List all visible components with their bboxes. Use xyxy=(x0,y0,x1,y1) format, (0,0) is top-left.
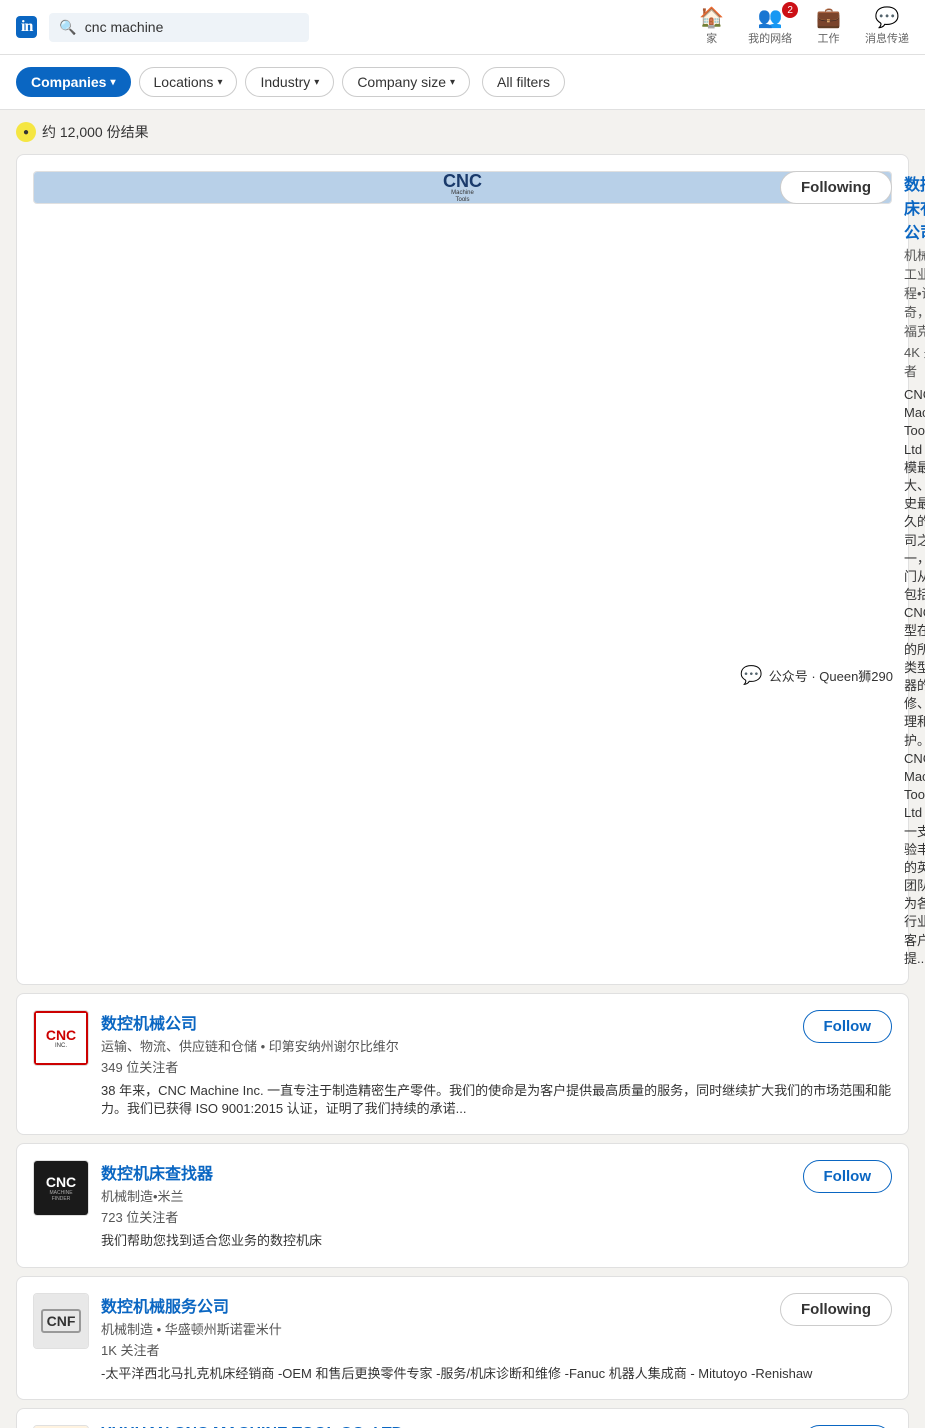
follow-button-5[interactable]: Follow xyxy=(803,1425,893,1428)
company-info-4: 数控机械服务公司 机械制造 • 华盛顿州斯诺霍米什 1K 关注者 -太平洋西北马… xyxy=(101,1293,892,1383)
results-count: ● 约 12,000 份结果 xyxy=(16,122,909,142)
nav-jobs[interactable]: 💼 工作 xyxy=(816,8,841,46)
logo-cnc-1-inner: CNC MachineTools xyxy=(34,172,891,203)
all-filters-label: All filters xyxy=(497,74,550,90)
logo-cnc-3-text: CNC xyxy=(46,1174,76,1190)
company-info-1: 数控机床有限公司 机械或工业工程•诺威奇，诺福克 4K 关注者 CNC Mach… xyxy=(904,171,925,968)
logo-cnc-4-text: CNF xyxy=(41,1309,82,1333)
company-meta-1: 机械或工业工程•诺威奇，诺福克 xyxy=(904,245,925,340)
company-followers-4: 1K 关注者 xyxy=(101,1340,892,1359)
logo-cnc-1-sub: MachineTools xyxy=(451,190,474,203)
nav-messages[interactable]: 💬 消息传递 xyxy=(865,8,909,46)
nav-home[interactable]: 🏠 家 xyxy=(699,8,724,46)
industry-filter[interactable]: Industry ▾ xyxy=(245,67,334,97)
company-card-1: CNC MachineTools 数控机床有限公司 机械或工业工程•诺威奇，诺福… xyxy=(16,154,909,985)
nav-network-label: 我的网络 xyxy=(748,30,792,46)
linkedin-logo: in xyxy=(16,16,37,38)
company-meta-3: 机械制造•米兰 xyxy=(101,1186,892,1205)
all-filters-button[interactable]: All filters xyxy=(482,67,565,97)
company-desc-3: 我们帮助您找到适合您业务的数控机床 xyxy=(101,1232,892,1250)
company-size-filter-label: Company size xyxy=(357,74,446,90)
company-name-2[interactable]: 数控机械公司 xyxy=(101,1010,892,1034)
network-badge: 2 xyxy=(782,2,798,18)
company-logo-1: CNC MachineTools xyxy=(33,171,892,204)
nav-messages-label: 消息传递 xyxy=(865,30,909,46)
company-card-2: CNC INC. 数控机械公司 运输、物流、供应链和仓储 • 印第安纳州谢尔比维… xyxy=(16,993,909,1135)
company-desc-1: CNC Machine Tools Ltd 是规模最大、历史最悠久的公司之一，专… xyxy=(904,386,925,968)
logo-cnc-1-text: CNC xyxy=(443,172,482,190)
company-card-5: YUHUANCNC YUHUAN CNC MACHINE TOOL CO.,LT… xyxy=(16,1408,909,1428)
follow-button-2[interactable]: Follow xyxy=(803,1010,893,1043)
locations-filter[interactable]: Locations ▾ xyxy=(139,67,238,97)
filter-bar: Companies ▾ Locations ▾ Industry ▾ Compa… xyxy=(0,55,925,110)
search-input[interactable] xyxy=(85,19,300,35)
search-bar: 🔍 xyxy=(49,13,309,42)
home-icon: 🏠 xyxy=(699,8,724,28)
company-info-3: 数控机床查找器 机械制造•米兰 723 位关注者 我们帮助您找到适合您业务的数控… xyxy=(101,1160,892,1250)
logo-cnc-3-inner: CNC MACHINEFINDER xyxy=(34,1161,88,1215)
company-info-2: 数控机械公司 运输、物流、供应链和仓储 • 印第安纳州谢尔比维尔 349 位关注… xyxy=(101,1010,892,1118)
watermark: 💬 公众号 · Queen狮290 xyxy=(728,657,905,694)
nav-jobs-label: 工作 xyxy=(818,30,840,46)
results-count-label: 约 12,000 份结果 xyxy=(42,122,149,142)
company-card-4: CNF 数控机械服务公司 机械制造 • 华盛顿州斯诺霍米什 1K 关注者 -太平… xyxy=(16,1276,909,1400)
company-name-4[interactable]: 数控机械服务公司 xyxy=(101,1293,892,1317)
nav-home-label: 家 xyxy=(706,30,717,46)
highlight-badge: ● xyxy=(16,122,36,142)
company-name-1[interactable]: 数控机床有限公司 xyxy=(904,171,925,243)
company-logo-3: CNC MACHINEFINDER xyxy=(33,1160,89,1216)
company-logo-2: CNC INC. xyxy=(33,1010,89,1066)
companies-filter[interactable]: Companies ▾ xyxy=(16,67,131,97)
logo-cnc-2-sub: INC. xyxy=(55,1043,67,1049)
header: in 🔍 🏠 家 👥 2 我的网络 💼 工作 💬 消息传递 xyxy=(0,0,925,55)
company-logo-5: YUHUANCNC xyxy=(33,1425,89,1428)
companies-filter-label: Companies xyxy=(31,74,106,90)
locations-filter-label: Locations xyxy=(154,74,214,90)
company-info-5: YUHUAN CNC MACHINE TOOL CO.,LTD Industri… xyxy=(101,1425,892,1428)
companies-chevron-icon: ▾ xyxy=(110,77,115,88)
company-name-3[interactable]: 数控机床查找器 xyxy=(101,1160,892,1184)
jobs-icon: 💼 xyxy=(816,8,841,28)
results-area: ● 约 12,000 份结果 CNC MachineTools 数控机床有限公司… xyxy=(0,110,925,1428)
company-meta-2: 运输、物流、供应链和仓储 • 印第安纳州谢尔比维尔 xyxy=(101,1036,892,1055)
company-followers-1: 4K 关注者 xyxy=(904,342,925,380)
logo-cnc-4-inner: CNF xyxy=(34,1294,88,1348)
company-followers-3: 723 位关注者 xyxy=(101,1207,892,1226)
company-name-5[interactable]: YUHUAN CNC MACHINE TOOL CO.,LTD xyxy=(101,1425,892,1428)
watermark-text: 公众号 · Queen狮290 xyxy=(769,666,893,685)
nav-network[interactable]: 👥 2 我的网络 xyxy=(748,8,792,46)
wechat-icon: 💬 xyxy=(740,665,762,686)
logo-cnc-5-inner: YUHUANCNC xyxy=(34,1426,88,1428)
logo-cnc-2-inner: CNC INC. xyxy=(34,1011,88,1065)
logo-cnc-2-text: CNC xyxy=(46,1027,76,1043)
follow-button-3[interactable]: Follow xyxy=(803,1160,893,1193)
company-logo-4: CNF xyxy=(33,1293,89,1349)
following-button-4[interactable]: Following xyxy=(780,1293,892,1326)
header-nav: 🏠 家 👥 2 我的网络 💼 工作 💬 消息传递 xyxy=(699,8,909,46)
industry-chevron-icon: ▾ xyxy=(314,77,319,88)
company-followers-2: 349 位关注者 xyxy=(101,1057,892,1076)
logo-cnc-3-sub: MACHINEFINDER xyxy=(49,1190,72,1202)
company-size-filter[interactable]: Company size ▾ xyxy=(342,67,470,97)
messages-icon: 💬 xyxy=(875,8,900,28)
company-meta-4: 机械制造 • 华盛顿州斯诺霍米什 xyxy=(101,1319,892,1338)
locations-chevron-icon: ▾ xyxy=(217,77,222,88)
company-card-3: CNC MACHINEFINDER 数控机床查找器 机械制造•米兰 723 位关… xyxy=(16,1143,909,1267)
industry-filter-label: Industry xyxy=(260,74,310,90)
company-desc-4: -太平洋西北马扎克机床经销商 -OEM 和售后更换零件专家 -服务/机床诊断和维… xyxy=(101,1365,892,1383)
search-icon: 🔍 xyxy=(59,19,76,36)
company-desc-2: 38 年来，CNC Machine Inc. 一直专注于制造精密生产零件。我们的… xyxy=(101,1082,892,1118)
network-icon: 👥 xyxy=(758,8,783,28)
company-size-chevron-icon: ▾ xyxy=(450,77,455,88)
following-button-1[interactable]: Following xyxy=(780,171,892,204)
